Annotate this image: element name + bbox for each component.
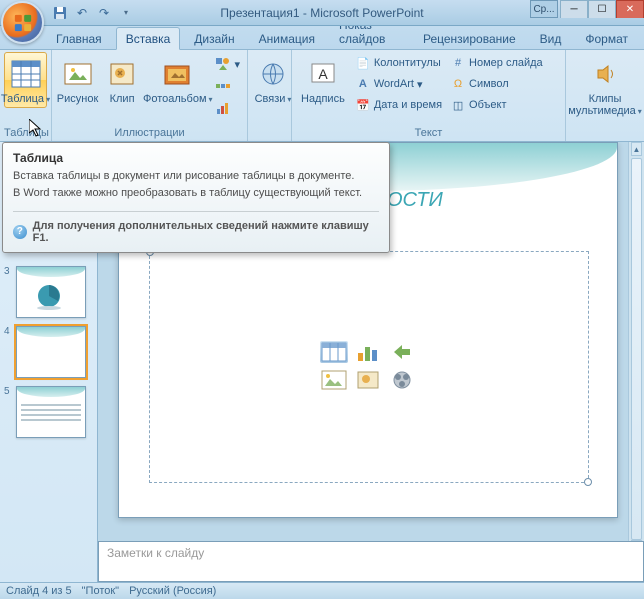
- ph-picture-icon[interactable]: [320, 369, 348, 391]
- tab-design[interactable]: Дизайн: [184, 27, 244, 49]
- object-icon: ◫: [450, 97, 466, 113]
- group-illustrations-label: Иллюстрации: [56, 126, 243, 141]
- insert-table-button[interactable]: Таблица: [4, 52, 47, 108]
- table-tooltip: Таблица Вставка таблицы в документ или р…: [2, 142, 390, 253]
- insert-clip-button[interactable]: Клип: [101, 52, 143, 108]
- table-icon: [9, 57, 43, 91]
- insert-album-button[interactable]: Фотоальбом: [145, 52, 210, 108]
- thumbnail-3[interactable]: [16, 266, 86, 318]
- object-button[interactable]: ◫Объект: [447, 95, 546, 115]
- smartart-button[interactable]: [212, 76, 243, 96]
- qat-undo-icon[interactable]: ↶: [72, 3, 92, 23]
- group-tables-label: Таблицы: [4, 126, 47, 141]
- tooltip-line1: Вставка таблицы в документ или рисование…: [13, 169, 379, 183]
- tab-review[interactable]: Рецензирование: [413, 27, 526, 49]
- qat-redo-icon[interactable]: ↷: [94, 3, 114, 23]
- clip-icon: [105, 57, 139, 91]
- qat-dropdown-icon[interactable]: ▾: [116, 3, 136, 23]
- ph-chart-icon[interactable]: [354, 341, 382, 363]
- slidenum-button[interactable]: #Номер слайда: [447, 53, 546, 73]
- picture-icon: [61, 57, 95, 91]
- compat-combo[interactable]: Ср...: [530, 0, 558, 18]
- maximize-button[interactable]: ☐: [588, 0, 616, 18]
- datetime-icon: 📅: [355, 97, 371, 113]
- headerfooter-button[interactable]: 📄Колонтитулы: [352, 53, 445, 73]
- vertical-scrollbar[interactable]: ▲ ▼ ⏶ ⏷: [628, 142, 644, 582]
- office-button[interactable]: [1, 1, 44, 44]
- scroll-up-icon[interactable]: ▲: [631, 142, 642, 156]
- insert-picture-button[interactable]: Рисунок: [56, 52, 99, 108]
- smartart-icon: [215, 78, 231, 94]
- symbol-button[interactable]: ΩСимвол: [447, 74, 546, 94]
- qat-save-icon[interactable]: [50, 3, 70, 23]
- textbox-icon: A: [306, 57, 340, 91]
- slide-title-fragment: ОСТИ: [387, 189, 443, 212]
- close-button[interactable]: ✕: [616, 0, 644, 18]
- media-button[interactable]: Клипы мультимедиа: [570, 52, 640, 120]
- shapes-icon: [215, 56, 231, 72]
- thumbnail-4[interactable]: [16, 326, 86, 378]
- status-lang: Русский (Россия): [129, 585, 216, 597]
- album-icon: [161, 57, 195, 91]
- ph-media-icon[interactable]: [388, 369, 416, 391]
- tab-insert[interactable]: Вставка: [116, 27, 181, 50]
- shapes-button[interactable]: ▾: [212, 54, 243, 74]
- tooltip-help: Для получения дополнительных сведений на…: [33, 220, 379, 244]
- wordart-icon: A: [355, 76, 371, 92]
- datetime-button[interactable]: 📅Дата и время: [352, 95, 445, 115]
- content-placeholder[interactable]: [149, 251, 589, 483]
- notes-pane[interactable]: Заметки к слайду: [98, 541, 644, 582]
- status-theme: "Поток": [82, 585, 119, 597]
- speaker-icon: [588, 57, 622, 91]
- tab-home[interactable]: Главная: [46, 27, 112, 49]
- symbol-icon: Ω: [450, 76, 466, 92]
- link-icon: [256, 57, 290, 91]
- links-button[interactable]: Связи: [252, 52, 294, 108]
- ph-clipart-icon[interactable]: [354, 369, 382, 391]
- tab-format[interactable]: Формат: [575, 27, 638, 49]
- thumbnail-5[interactable]: [16, 386, 86, 438]
- tab-view[interactable]: Вид: [530, 27, 572, 49]
- tooltip-title: Таблица: [13, 151, 379, 165]
- ph-smartart-icon[interactable]: [388, 341, 416, 363]
- chart-button[interactable]: [212, 98, 243, 118]
- help-icon: ?: [13, 225, 27, 239]
- status-slide: Слайд 4 из 5: [6, 585, 72, 597]
- minimize-button[interactable]: ─: [560, 0, 588, 18]
- scroll-thumb[interactable]: [631, 158, 642, 540]
- tab-animation[interactable]: Анимация: [249, 27, 325, 49]
- chart-icon: [215, 100, 231, 116]
- slidenum-icon: #: [450, 55, 466, 71]
- headerfooter-icon: 📄: [355, 55, 371, 71]
- group-text-label: Текст: [296, 126, 561, 141]
- ph-table-icon[interactable]: [320, 341, 348, 363]
- notes-placeholder: Заметки к слайду: [107, 546, 204, 560]
- svg-text:A: A: [318, 66, 328, 82]
- wordart-button[interactable]: AWordArt ▾: [352, 74, 445, 94]
- textbox-button[interactable]: A Надпись: [296, 52, 350, 108]
- tooltip-line2: В Word также можно преобразовать в табли…: [13, 186, 379, 200]
